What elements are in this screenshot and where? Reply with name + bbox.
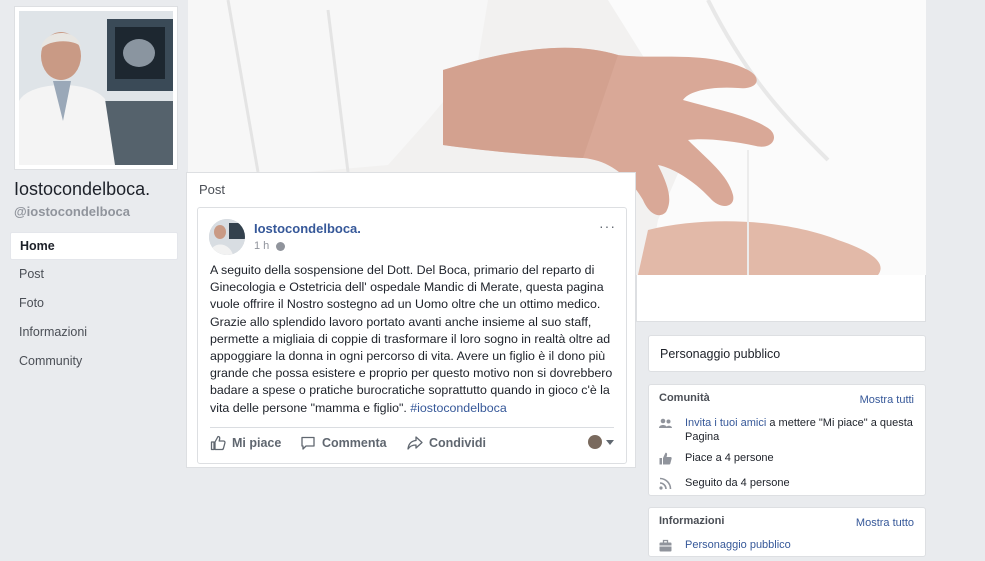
share-label: Condividi [429, 436, 486, 450]
posts-section: Post Iostocondelboca. 1 h ··· A seguito … [186, 172, 636, 468]
user-avatar-icon [588, 435, 602, 449]
comment-icon [301, 436, 315, 450]
follows-row: Seguito da 4 persone [659, 476, 915, 494]
invite-row: Invita i tuoi amici a mettere "Mi piace"… [659, 416, 915, 444]
cover-footer [636, 275, 926, 322]
post-body: A seguito della sospensione del Dott. De… [210, 263, 613, 415]
info-title: Informazioni [659, 515, 725, 527]
community-box: Comunità Mostra tutti Invita i tuoi amic… [648, 384, 926, 496]
page-handle[interactable]: @iostocondelboca [14, 204, 130, 219]
nav-item-informazioni[interactable]: Informazioni [10, 319, 178, 347]
nav-item-community[interactable]: Community [10, 348, 178, 376]
briefcase-icon [659, 539, 674, 556]
community-see-all-link[interactable]: Mostra tutti [860, 394, 914, 406]
comment-label: Commenta [322, 436, 387, 450]
doctor-portrait-icon [19, 11, 173, 165]
info-box: Informazioni Mostra tutto Personaggio pu… [648, 507, 926, 557]
share-icon [407, 436, 423, 450]
avatar-icon [209, 219, 245, 255]
comment-button[interactable]: Commenta [300, 435, 387, 451]
reaction-selector[interactable] [588, 435, 614, 449]
nav-item-post[interactable]: Post [10, 261, 178, 289]
people-icon [659, 417, 674, 444]
page-category[interactable]: Personaggio pubblico [660, 347, 780, 361]
like-label: Mi piace [232, 436, 282, 450]
invite-text: Invita i tuoi amici a mettere "Mi piace"… [685, 416, 915, 444]
info-category-link[interactable]: Personaggio pubblico [685, 538, 791, 556]
chevron-down-icon [606, 439, 614, 445]
nav-item-home[interactable]: Home [10, 232, 178, 260]
info-category-row: Personaggio pubblico [659, 538, 915, 556]
post-text: A seguito della sospensione del Dott. De… [210, 262, 618, 417]
post-author-avatar[interactable] [209, 219, 245, 255]
community-title: Comunità [659, 392, 710, 404]
profile-image [19, 11, 173, 165]
page-name[interactable]: Iostocondelboca. [14, 179, 150, 200]
share-button[interactable]: Condividi [407, 435, 486, 451]
category-box: Personaggio pubblico [648, 335, 926, 372]
post-card: Iostocondelboca. 1 h ··· A seguito della… [197, 207, 627, 464]
posts-section-title: Post [199, 182, 226, 197]
profile-picture[interactable] [14, 6, 178, 170]
nav-item-foto[interactable]: Foto [10, 290, 178, 318]
follows-count: Seguito da 4 persone [685, 477, 790, 489]
globe-icon [276, 241, 286, 251]
post-time-text: 1 h [254, 240, 270, 252]
like-button[interactable]: Mi piace [210, 435, 281, 451]
post-divider [210, 427, 614, 428]
more-options-icon[interactable]: ··· [599, 218, 616, 234]
post-author-name[interactable]: Iostocondelboca. [254, 221, 361, 236]
post-actions: Mi piace Commenta Condividi [210, 435, 614, 457]
likes-row: Piace a 4 persone [659, 451, 915, 469]
likes-count: Piace a 4 persone [685, 452, 774, 464]
rss-follow-icon [659, 477, 674, 494]
like-icon [659, 452, 674, 469]
page-nav: Home Post Foto Informazioni Community [10, 232, 178, 377]
post-timestamp[interactable]: 1 h [254, 240, 286, 252]
post-hashtag[interactable]: #iostocondelboca [410, 401, 506, 415]
invite-friends-link[interactable]: Invita i tuoi amici [685, 417, 766, 429]
info-see-all-link[interactable]: Mostra tutto [856, 517, 914, 529]
thumbs-up-icon [210, 435, 226, 451]
